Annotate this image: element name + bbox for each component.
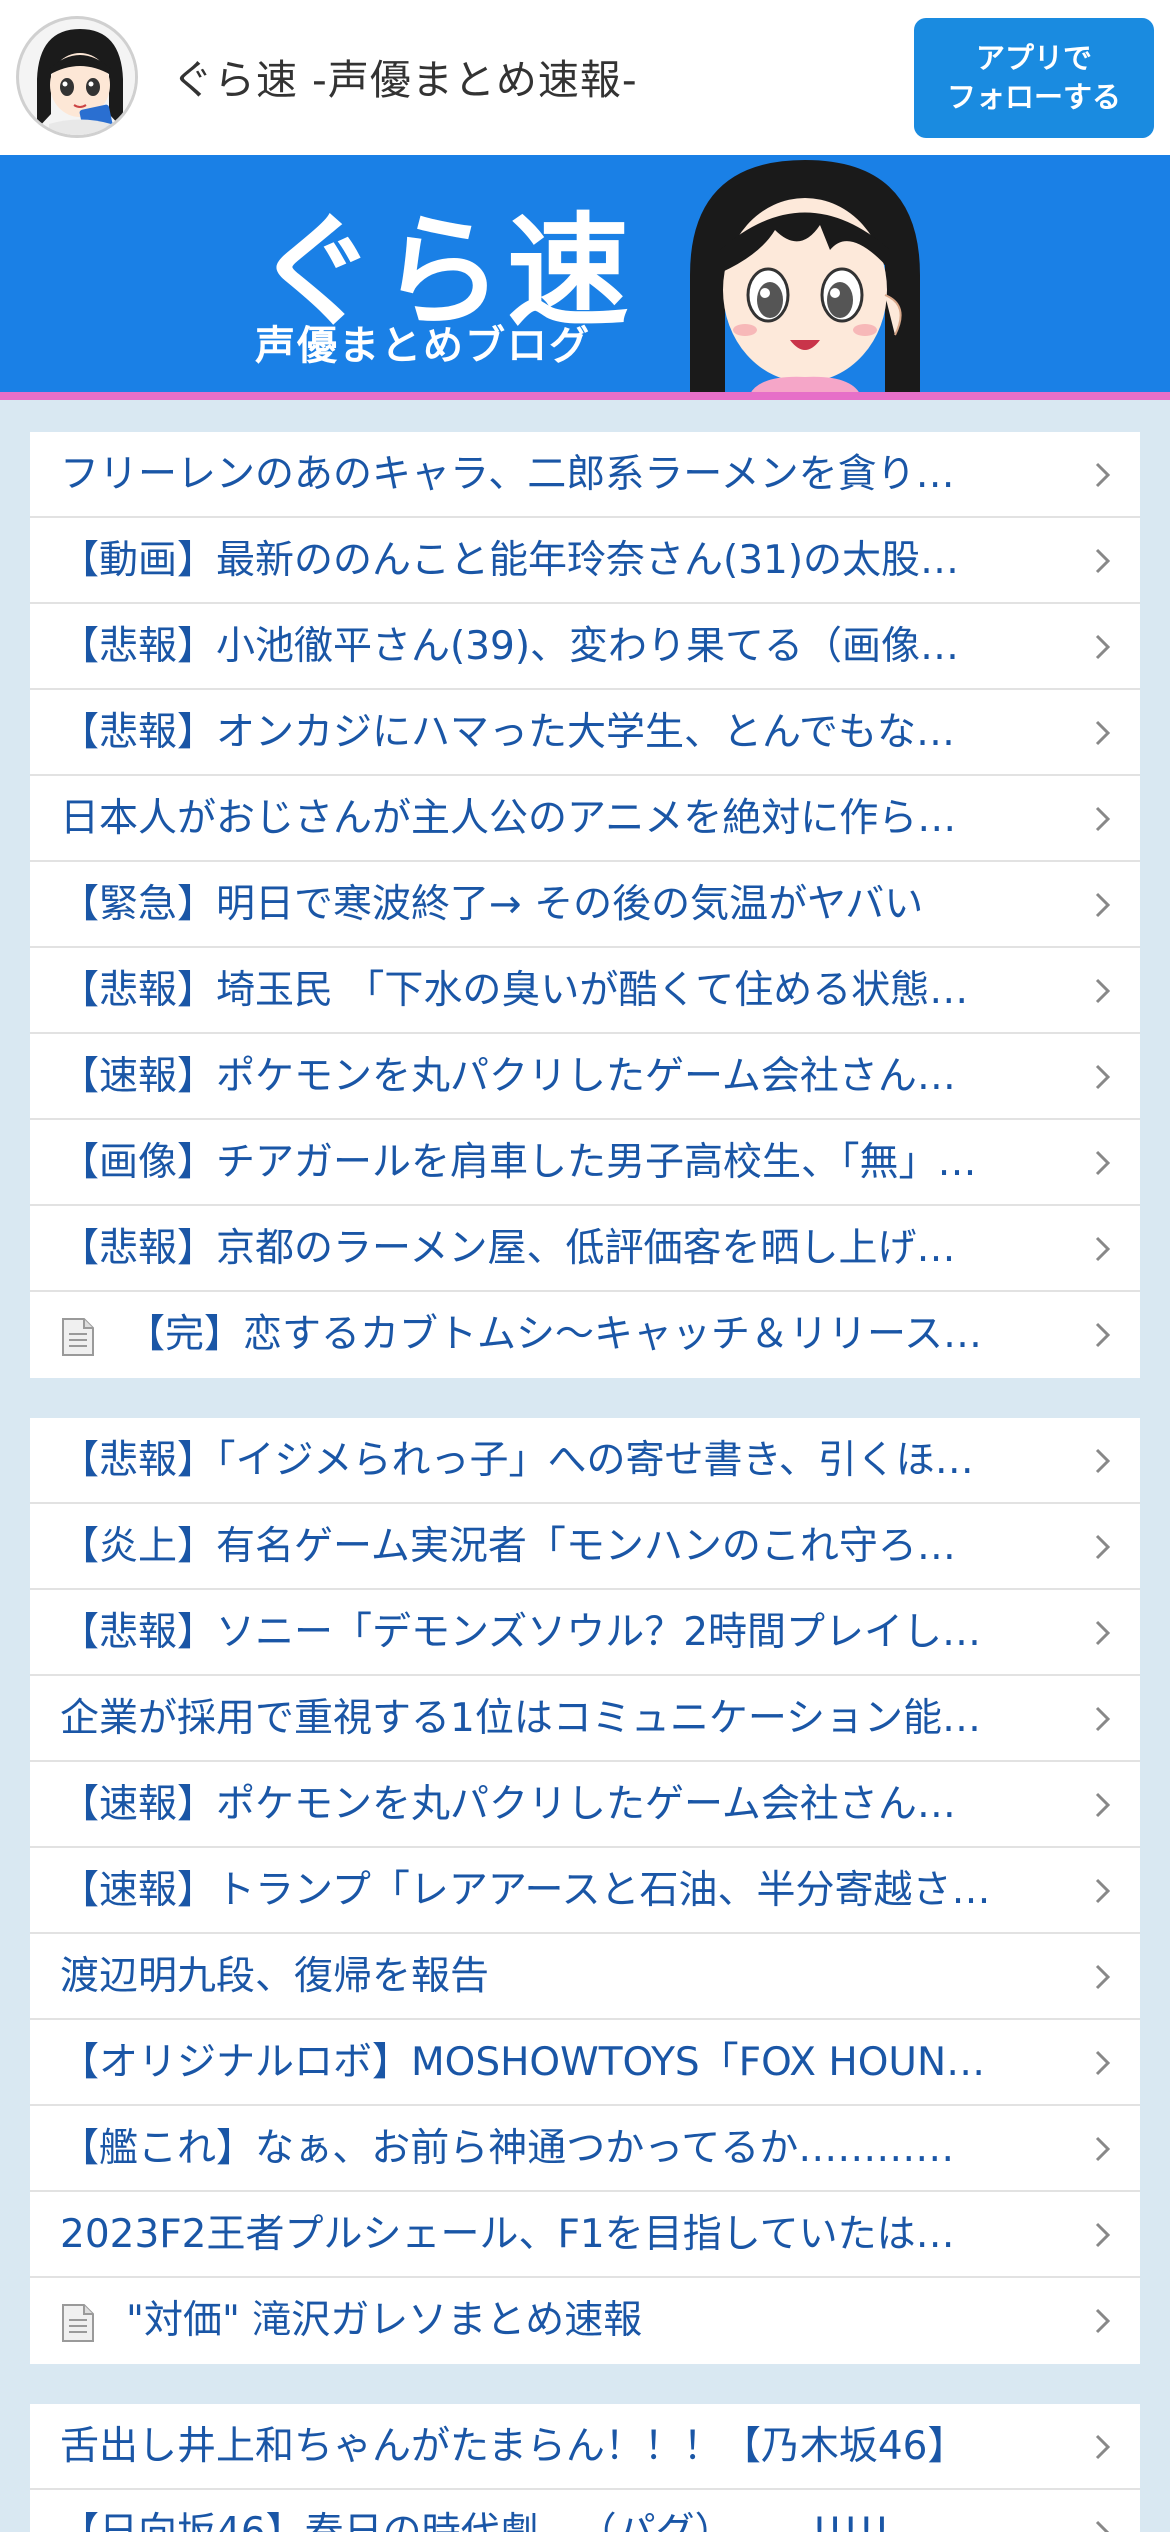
article-title: 渡辺明九段、復帰を報告 — [60, 1954, 490, 1999]
list-item[interactable]: 【画像】チアガールを肩車した男子高校生、「無」… — [30, 1120, 1140, 1206]
article-title: フリーレンのあのキャラ、二郎系ラーメンを貪り… — [60, 452, 955, 497]
article-title: 【完】恋するカブトムシ〜キャッチ＆リリース… — [126, 1312, 983, 1357]
article-title: 【動画】最新ののんこと能年玲奈さん(31)の太股… — [60, 538, 960, 583]
chevron-right-icon — [1095, 462, 1111, 488]
list-item[interactable]: 【速報】ポケモンを丸パクリしたゲーム会社さん… — [30, 1034, 1140, 1120]
chevron-right-icon — [1095, 1706, 1111, 1732]
follow-button-line1: アプリで — [975, 40, 1092, 75]
chevron-right-icon — [1095, 1620, 1111, 1646]
chevron-right-icon — [1095, 1878, 1111, 1904]
site-banner[interactable]: ぐら速 声優まとめブログ — [0, 155, 1170, 394]
chevron-right-icon — [1095, 2434, 1111, 2460]
article-list-group-1: フリーレンのあのキャラ、二郎系ラーメンを貪り… 【動画】最新ののんこと能年玲奈さ… — [30, 432, 1140, 1378]
chevron-right-icon — [1095, 2308, 1111, 2334]
article-title: 【緊急】明日で寒波終了→ その後の気温がヤバい — [60, 882, 924, 927]
list-item[interactable]: 【日向坂46】春日の時代劇…（パグ）……!!!!! — [30, 2490, 1140, 2532]
list-item[interactable]: 2023F2王者プルシェール、F1を目指していたは… — [30, 2192, 1140, 2278]
list-item[interactable]: 【動画】最新ののんこと能年玲奈さん(31)の太股… — [30, 518, 1140, 604]
banner-accent-line — [0, 392, 1170, 400]
chevron-right-icon — [1095, 1964, 1111, 1990]
list-item[interactable]: 【悲報】埼玉民 「下水の臭いが酷くて住める状態… — [30, 948, 1140, 1034]
banner-logo-subtitle: 声優まとめブログ — [255, 323, 591, 369]
list-item[interactable]: 【炎上】有名ゲーム実況者「モンハンのこれ守ろ… — [30, 1504, 1140, 1590]
follow-button-line2: フォローする — [946, 80, 1121, 114]
chevron-right-icon — [1095, 2520, 1110, 2532]
article-list-group-3: 舌出し井上和ちゃんがたまらん！！！【乃木坂46】 【日向坂46】春日の時代劇…（… — [30, 2404, 1140, 2532]
site-avatar[interactable] — [16, 16, 138, 138]
list-item[interactable]: 【悲報】オンカジにハマった大学生、とんでもな… — [30, 690, 1140, 776]
chevron-right-icon — [1095, 892, 1111, 918]
chevron-right-icon — [1095, 1322, 1111, 1348]
list-item[interactable]: 【オリジナルロボ】MOSHOWTOYS「FOX HOUN… — [30, 2020, 1140, 2106]
list-item[interactable]: 【悲報】京都のラーメン屋、低評価客を晒し上げ… — [30, 1206, 1140, 1292]
list-item[interactable]: 【緊急】明日で寒波終了→ その後の気温がヤバい — [30, 862, 1140, 948]
article-title: 【速報】ポケモンを丸パクリしたゲーム会社さん… — [60, 1054, 956, 1099]
banner-logo: ぐら速 声優まとめブログ — [255, 173, 633, 369]
article-title: 【艦これ】なぁ、お前ら神通つかってるか………… — [60, 2126, 955, 2171]
avatar-character-image — [22, 22, 135, 135]
article-title: 【日向坂46】春日の時代劇…（パグ）……!!!!! — [60, 2490, 1064, 2532]
chevron-right-icon — [1095, 1792, 1111, 1818]
chevron-right-icon — [1095, 1448, 1111, 1474]
banner-character-illustration — [690, 160, 920, 394]
article-title: 【悲報】オンカジにハマった大学生、とんでもな… — [60, 710, 956, 755]
article-title: 【悲報】埼玉民 「下水の臭いが酷くて住める状態… — [60, 968, 969, 1013]
list-item[interactable]: 渡辺明九段、復帰を報告 — [30, 1934, 1140, 2020]
site-title: ぐら速 -声優まとめ速報- — [172, 56, 638, 104]
article-title: 【速報】トランプ「レアアースと石油、半分寄越さ… — [60, 1868, 991, 1913]
chevron-right-icon — [1095, 634, 1111, 660]
chevron-right-icon — [1095, 1064, 1111, 1090]
article-title: 舌出し井上和ちゃんがたまらん！！！【乃木坂46】 — [60, 2424, 967, 2469]
article-title: 【悲報】「イジメられっ子」への寄せ書き、引くほ… — [60, 1438, 974, 1483]
article-title: 企業が採用で重視する1位はコミュニケーション能… — [60, 1696, 982, 1741]
list-item-with-document[interactable]: 【完】恋するカブトムシ〜キャッチ＆リリース… — [30, 1292, 1140, 1378]
list-item[interactable]: 【速報】トランプ「レアアースと石油、半分寄越さ… — [30, 1848, 1140, 1934]
article-title: 【悲報】ソニー「デモンズソウル？2時間プレイし… — [60, 1610, 982, 1655]
app-header: ぐら速 -声優まとめ速報- アプリで フォローする — [0, 0, 1170, 155]
article-list-group-2: 【悲報】「イジメられっ子」への寄せ書き、引くほ… 【炎上】有名ゲーム実況者「モン… — [30, 1418, 1140, 2364]
article-title: 【画像】チアガールを肩車した男子高校生、「無」… — [60, 1140, 977, 1185]
chevron-right-icon — [1095, 1236, 1111, 1262]
article-title: 【速報】ポケモンを丸パクリしたゲーム会社さん… — [60, 1782, 956, 1827]
article-title: 【炎上】有名ゲーム実況者「モンハンのこれ守ろ… — [60, 1524, 956, 1569]
article-title: 2023F2王者プルシェール、F1を目指していたは… — [60, 2212, 955, 2257]
article-title: 日本人がおじさんが主人公のアニメを絶対に作ら… — [60, 796, 957, 841]
chevron-right-icon — [1095, 1150, 1111, 1176]
list-item[interactable]: 【艦これ】なぁ、お前ら神通つかってるか………… — [30, 2106, 1140, 2192]
list-item[interactable]: 日本人がおじさんが主人公のアニメを絶対に作ら… — [30, 776, 1140, 862]
document-icon — [62, 1318, 94, 1356]
list-item[interactable]: 舌出し井上和ちゃんがたまらん！！！【乃木坂46】 — [30, 2404, 1140, 2490]
document-icon — [62, 2304, 94, 2342]
article-title: 【悲報】小池徹平さん(39)、変わり果てる（画像… — [60, 624, 960, 669]
list-item[interactable]: 【悲報】小池徹平さん(39)、変わり果てる（画像… — [30, 604, 1140, 690]
chevron-right-icon — [1095, 2136, 1111, 2162]
chevron-right-icon — [1095, 806, 1111, 832]
chevron-right-icon — [1095, 548, 1111, 574]
chevron-right-icon — [1095, 1534, 1111, 1560]
list-item[interactable]: 【速報】ポケモンを丸パクリしたゲーム会社さん… — [30, 1762, 1140, 1848]
article-title: 【オリジナルロボ】MOSHOWTOYS「FOX HOUN… — [60, 2040, 986, 2085]
follow-in-app-button[interactable]: アプリで フォローする — [914, 18, 1154, 138]
list-item[interactable]: 【悲報】ソニー「デモンズソウル？2時間プレイし… — [30, 1590, 1140, 1676]
chevron-right-icon — [1095, 2050, 1111, 2076]
list-item-with-document[interactable]: "対価" 滝沢ガレソまとめ速報 — [30, 2278, 1140, 2364]
chevron-right-icon — [1095, 978, 1111, 1004]
chevron-right-icon — [1095, 720, 1111, 746]
list-item[interactable]: 【悲報】「イジメられっ子」への寄せ書き、引くほ… — [30, 1418, 1140, 1504]
article-title: 【悲報】京都のラーメン屋、低評価客を晒し上げ… — [60, 1226, 956, 1271]
list-item[interactable]: フリーレンのあのキャラ、二郎系ラーメンを貪り… — [30, 432, 1140, 518]
chevron-right-icon — [1095, 2222, 1111, 2248]
list-item[interactable]: 企業が採用で重視する1位はコミュニケーション能… — [30, 1676, 1140, 1762]
article-title: "対価" 滝沢ガレソまとめ速報 — [126, 2298, 643, 2343]
